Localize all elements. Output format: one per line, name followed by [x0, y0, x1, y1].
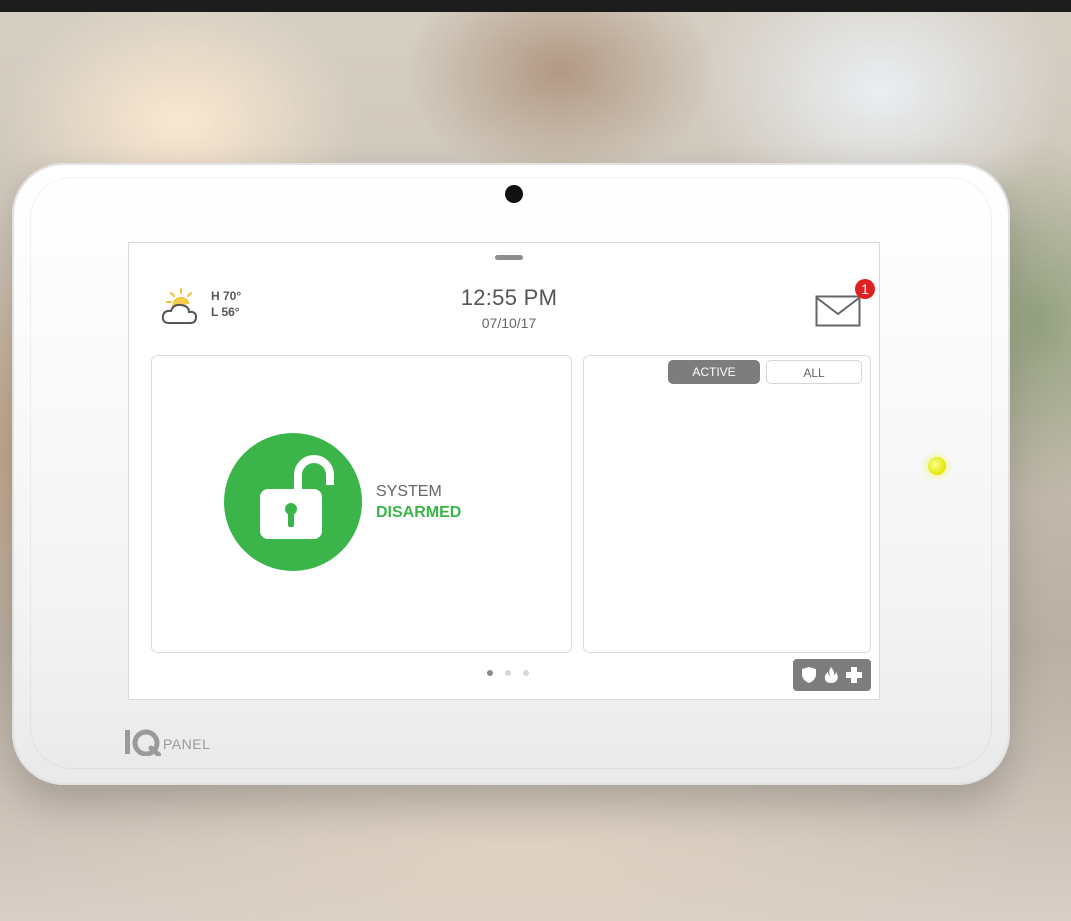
unlocked-padlock-icon [260, 455, 334, 539]
temperature-high: H 70° [211, 289, 242, 303]
arm-disarm-button[interactable] [224, 433, 362, 571]
status-led [928, 457, 946, 475]
page-dot[interactable] [487, 670, 493, 676]
touch-screen: H 70° L 56° 12:55 PM 07/10/17 1 SYSTEM D… [128, 242, 880, 700]
emergency-button[interactable] [793, 659, 871, 691]
unread-count-badge: 1 [855, 279, 875, 299]
current-date: 07/10/17 [481, 315, 537, 331]
brand-name: PANEL [163, 736, 211, 752]
medical-cross-icon [846, 667, 862, 683]
tab-active[interactable]: ACTIVE [668, 360, 760, 384]
page-dot[interactable] [523, 670, 529, 676]
brand-logo: PANEL [125, 726, 211, 758]
messages-button[interactable]: 1 [815, 279, 875, 327]
pull-down-handle[interactable] [495, 255, 523, 260]
fire-icon [824, 667, 838, 683]
partly-sunny-icon [161, 288, 198, 324]
temperature-low: L 56° [211, 305, 240, 319]
iq-logo-icon [125, 728, 162, 758]
current-time: 12:55 PM [460, 285, 558, 310]
tab-all[interactable]: ALL [766, 360, 862, 384]
page-dot[interactable] [505, 670, 511, 676]
shield-icon [802, 667, 816, 683]
arming-panel: SYSTEM DISARMED [151, 355, 572, 653]
status-label: SYSTEM [376, 483, 442, 500]
envelope-icon [815, 295, 861, 327]
activity-panel: ACTIVE ALL [583, 355, 871, 653]
camera-icon [505, 185, 523, 203]
clock-widget: 12:55 PM 07/10/17 [389, 285, 629, 331]
weather-widget[interactable]: H 70° L 56° [161, 287, 271, 331]
status-value: DISARMED [376, 504, 462, 521]
top-border [0, 0, 1071, 12]
page-indicator[interactable] [487, 670, 529, 676]
